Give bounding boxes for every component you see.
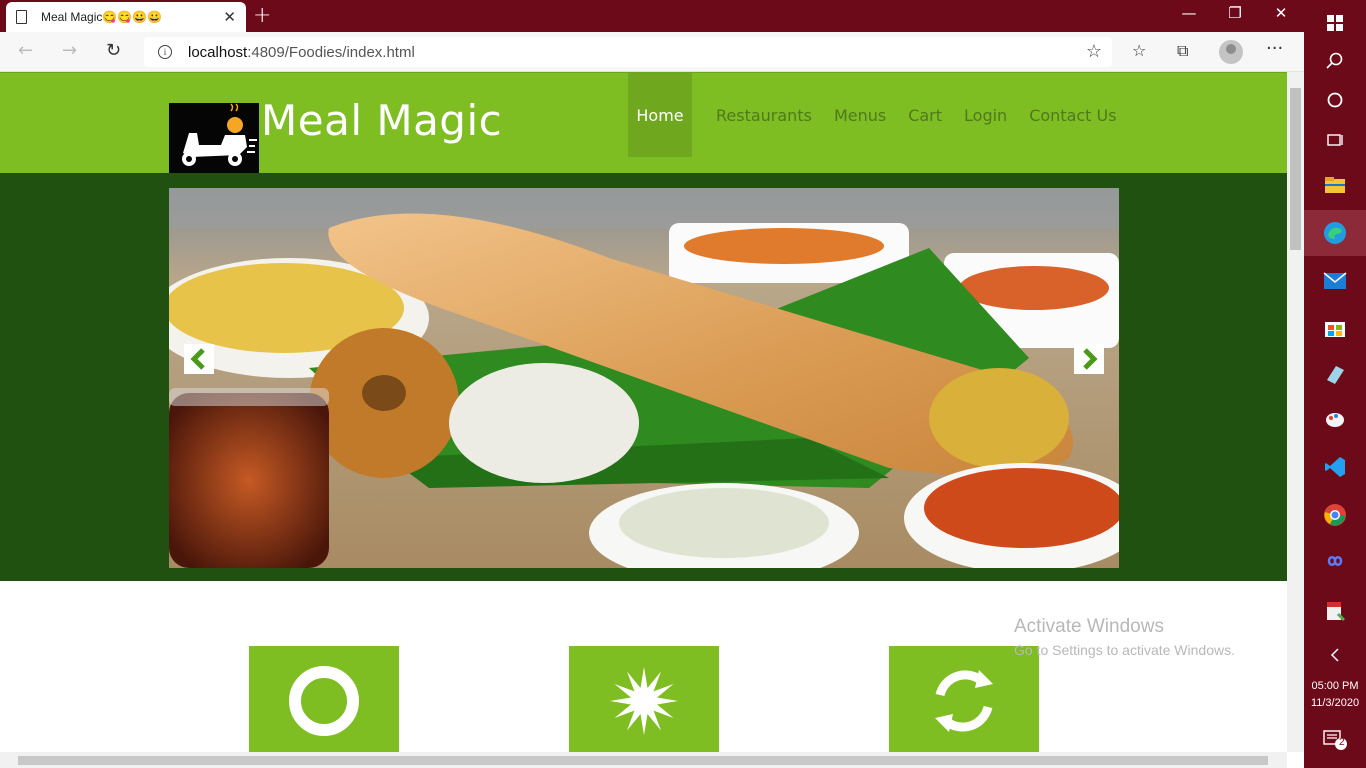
refresh-icon (935, 670, 993, 732)
nav-home[interactable]: Home (628, 73, 692, 157)
vertical-scroll-thumb[interactable] (1290, 88, 1301, 250)
more-menu-icon[interactable]: ··· (1266, 38, 1283, 59)
carousel-next-button[interactable] (1074, 344, 1104, 374)
ring-icon (289, 666, 359, 736)
collections-icon[interactable]: ⧉ (1177, 41, 1188, 61)
minimize-icon[interactable]: — (1166, 4, 1212, 22)
back-icon[interactable]: ← (18, 40, 33, 61)
forward-icon[interactable]: → (62, 40, 77, 61)
nav-contact-us[interactable]: Contact Us (1018, 73, 1127, 157)
vscode-icon[interactable] (1304, 444, 1366, 490)
nav-menus[interactable]: Menus (823, 73, 897, 157)
clock-time: 05:00 PM (1311, 680, 1359, 692)
address-toolbar: ← → ↻ i localhost:4809/Foodies/index.htm… (0, 32, 1304, 72)
browser-titlebar: Meal Magic😋😋😀😀 ✕ + — ❐ ✕ (0, 0, 1304, 32)
chevron-left-icon[interactable] (1304, 632, 1366, 678)
file-explorer-icon[interactable] (1304, 162, 1366, 208)
restore-icon[interactable]: ❐ (1212, 4, 1258, 22)
nav-login[interactable]: Login (953, 73, 1018, 157)
document-app-icon[interactable] (1304, 588, 1366, 634)
main-nav: Home Restaurants Menus Cart Login Contac… (628, 73, 1128, 157)
profile-avatar[interactable] (1219, 40, 1243, 64)
feature-tile-3[interactable] (889, 646, 1039, 752)
starburst-icon (610, 667, 678, 735)
windows-taskbar: 05:00 PM 11/3/2020 2 (1304, 0, 1366, 768)
site-info-icon[interactable]: i (158, 45, 172, 59)
tab-title: Meal Magic😋😋😀😀 (41, 10, 163, 24)
url-host: localhost (188, 43, 248, 61)
mail-icon[interactable] (1304, 258, 1366, 304)
close-window-icon[interactable]: ✕ (1258, 4, 1304, 22)
nav-cart[interactable]: Cart (897, 73, 953, 157)
chevron-right-icon (1083, 348, 1098, 370)
notification-count: 2 (1339, 737, 1345, 748)
favorites-icon[interactable]: ☆ (1132, 41, 1146, 60)
page-icon (16, 10, 27, 24)
chevron-left-icon (190, 348, 205, 370)
feature-tile-1[interactable] (249, 646, 399, 752)
food-carousel-image (169, 188, 1119, 568)
vertical-scrollbar[interactable] (1287, 72, 1304, 752)
edge-browser-icon[interactable] (1304, 210, 1366, 256)
feature-tile-2[interactable] (569, 646, 719, 752)
site-header: Meal Magic Home Restaurants Menus Cart L… (0, 72, 1287, 173)
taskbar-clock[interactable]: 05:00 PM 11/3/2020 (1304, 678, 1366, 712)
scooter-logo[interactable] (169, 103, 259, 173)
close-tab-icon[interactable]: ✕ (223, 8, 236, 26)
chrome-icon[interactable] (1304, 492, 1366, 538)
hero-banner (0, 173, 1287, 581)
notification-icon[interactable]: 2 (1304, 716, 1366, 762)
refresh-icon[interactable]: ↻ (106, 40, 121, 61)
url-path: :4809/Foodies/index.html (247, 43, 415, 61)
clock-date: 11/3/2020 (1310, 697, 1360, 709)
carousel-prev-button[interactable] (184, 344, 214, 374)
store-icon[interactable] (1304, 304, 1366, 350)
nav-restaurants[interactable]: Restaurants (705, 73, 823, 157)
site-brand[interactable]: Meal Magic (261, 96, 502, 145)
activate-windows-subtitle: Go to Settings to activate Windows. (1014, 642, 1235, 658)
paint-app-icon[interactable] (1304, 397, 1366, 443)
activate-windows-title: Activate Windows (1014, 616, 1164, 637)
new-tab-icon[interactable]: + (253, 3, 271, 28)
eraser-app-icon[interactable] (1304, 351, 1366, 397)
address-input[interactable]: i localhost:4809/Foodies/index.html ☆ (144, 37, 1112, 67)
horizontal-scroll-thumb[interactable] (18, 756, 1268, 765)
infinity-app-icon[interactable] (1304, 538, 1366, 584)
task-view-icon[interactable] (1304, 117, 1366, 163)
browser-tab[interactable]: Meal Magic😋😋😀😀 ✕ (6, 2, 246, 32)
favorite-star-icon[interactable]: ☆ (1086, 41, 1102, 62)
horizontal-scrollbar[interactable] (0, 752, 1287, 768)
